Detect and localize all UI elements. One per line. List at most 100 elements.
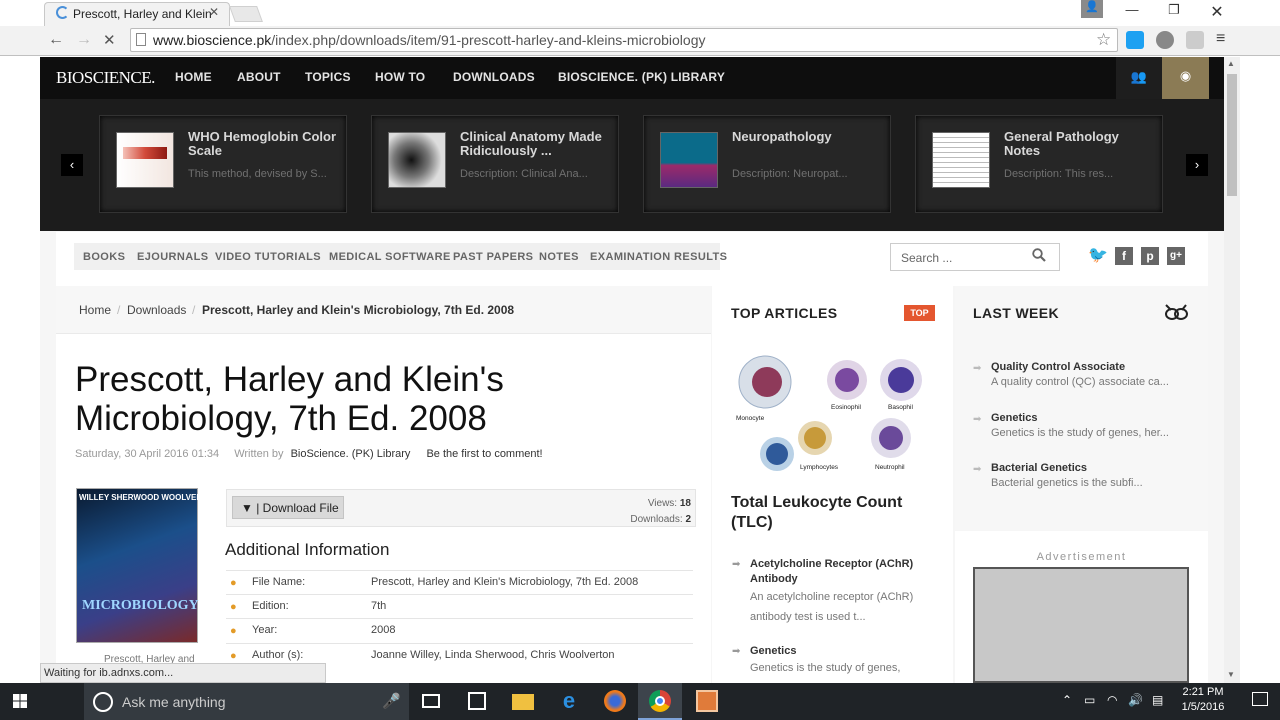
profile-icon[interactable]: 👤	[1081, 0, 1103, 18]
tab-title: Prescott, Harley and Klein	[73, 7, 212, 21]
leukocytes-image[interactable]: Monocyte Eosinophil Basophil Lymphocytes…	[731, 346, 927, 476]
volume-icon[interactable]: 🔊	[1128, 693, 1143, 707]
subnav-examination-results[interactable]: EXAMINATION RESULTS	[590, 251, 727, 263]
featured-article-title[interactable]: Total Leukocyte Count (TLC)	[731, 493, 931, 533]
shield-extension-icon[interactable]	[1186, 31, 1204, 49]
globe-extension-icon[interactable]	[1156, 31, 1174, 49]
maximize-button[interactable]: ❐	[1158, 2, 1190, 22]
windows-start-icon[interactable]	[0, 683, 40, 720]
advertisement-slot[interactable]	[973, 567, 1189, 683]
last-week-item[interactable]: ➡ Bacterial Genetics Bacterial genetics …	[973, 462, 1191, 489]
views-label: Views:	[647, 498, 678, 509]
info-value: Prescott, Harley and Klein's Microbiolog…	[371, 576, 639, 588]
arrow-right-icon: ➡	[973, 464, 982, 475]
app-icon[interactable]	[694, 689, 720, 713]
last-week-item-title[interactable]: Bacterial Genetics	[991, 462, 1191, 474]
subnav-past-papers[interactable]: PAST PAPERS	[453, 251, 533, 263]
microphone-icon[interactable]: 🎤	[382, 692, 401, 710]
last-week-item[interactable]: ➡ Quality Control Associate A quality co…	[973, 361, 1191, 388]
article-item-title[interactable]: Genetics	[750, 644, 932, 659]
nav-how-to[interactable]: HOW TO	[375, 70, 425, 84]
firefox-icon[interactable]	[602, 689, 628, 713]
carousel-prev-icon[interactable]: ‹	[61, 154, 83, 176]
scroll-down-icon[interactable]: ▼	[1227, 670, 1235, 679]
last-week-item[interactable]: ➡ Genetics Genetics is the study of gene…	[973, 412, 1191, 439]
chrome-icon[interactable]	[647, 689, 673, 713]
twitter-extension-icon[interactable]	[1126, 31, 1144, 49]
info-row: ● File Name: Prescott, Harley and Klein's …	[226, 570, 693, 594]
scrollbar-thumb[interactable]	[1227, 74, 1237, 196]
breadcrumb-downloads[interactable]: Downloads	[127, 303, 186, 317]
action-center-icon[interactable]	[1252, 692, 1268, 706]
file-explorer-icon[interactable]	[510, 689, 536, 713]
article-item-title[interactable]: Acetylcholine Receptor (AChR) Antibody	[750, 557, 932, 587]
minimize-button[interactable]: —	[1116, 2, 1148, 22]
last-week-item-title[interactable]: Genetics	[991, 412, 1191, 424]
download-stats: Views: 18 Downloads: 2	[600, 496, 691, 528]
card-title: Neuropathology	[732, 129, 832, 144]
nav-home[interactable]: HOME	[175, 70, 212, 84]
subnav-books[interactable]: BOOKS	[83, 251, 125, 263]
card-title: Clinical Anatomy Made Ridiculously ...	[460, 129, 602, 158]
back-icon[interactable]: ←	[48, 31, 64, 49]
user-login-icon[interactable]: 👥	[1116, 57, 1162, 99]
book-cover-image[interactable]	[76, 488, 198, 643]
carousel-card[interactable]: WHO Hemoglobin Color Scale This method, …	[99, 115, 347, 213]
card-thumbnail	[932, 132, 990, 188]
address-bar[interactable]: www.bioscience.pk/index.php/downloads/it…	[130, 28, 1118, 52]
article-item[interactable]: ➡ Genetics Genetics is the study of gene…	[732, 644, 932, 677]
scroll-up-icon[interactable]: ▲	[1227, 59, 1235, 68]
card-description: This method, devised by S...	[188, 168, 327, 180]
article-item[interactable]: ➡ Acetylcholine Receptor (AChR) Antibody…	[732, 557, 932, 627]
nav-about[interactable]: ABOUT	[237, 70, 281, 84]
wifi-icon[interactable]: ◠	[1107, 693, 1117, 707]
info-row: ● Edition: 7th	[226, 594, 693, 618]
carousel-next-icon[interactable]: ›	[1186, 154, 1208, 176]
arrow-right-icon: ➡	[973, 363, 982, 374]
subnav-ejournals[interactable]: EJOURNALS	[137, 251, 208, 263]
nav-library[interactable]: BIOSCIENCE. (PK) LIBRARY	[558, 70, 725, 84]
bullet-icon: ●	[230, 577, 237, 589]
subnav-video-tutorials[interactable]: VIDEO TUTORIALS	[215, 251, 321, 263]
new-tab-button[interactable]	[229, 6, 263, 22]
close-window-button[interactable]: ✕	[1201, 2, 1233, 22]
keyboard-icon[interactable]: ▤	[1152, 693, 1163, 707]
facebook-icon[interactable]: f	[1115, 247, 1133, 265]
cell-label: Eosinophil	[831, 404, 862, 411]
carousel-card[interactable]: General Pathology Notes Description: Thi…	[915, 115, 1163, 213]
carousel-card[interactable]: Clinical Anatomy Made Ridiculously ... D…	[371, 115, 619, 213]
article-author[interactable]: BioScience. (PK) Library	[291, 448, 411, 460]
google-plus-icon[interactable]: g+	[1167, 247, 1185, 265]
subnav-notes[interactable]: NOTES	[539, 251, 579, 263]
comment-link[interactable]: Be the first to comment!	[426, 448, 542, 460]
store-icon[interactable]	[464, 689, 490, 713]
bookmark-star-icon[interactable]: ☆	[1096, 30, 1111, 50]
rss-feed-icon[interactable]: ◉	[1162, 57, 1209, 99]
cortana-icon	[93, 692, 113, 712]
breadcrumb-home[interactable]: Home	[79, 303, 111, 317]
task-view-icon[interactable]	[418, 689, 444, 713]
tab-close-icon[interactable]: ✕	[209, 5, 219, 19]
search-icon[interactable]	[1032, 248, 1046, 262]
cell-label: Basophil	[888, 404, 913, 411]
pinterest-icon[interactable]: p	[1141, 247, 1159, 265]
download-button[interactable]: ▼ | Download File	[232, 496, 344, 519]
site-logo[interactable]: BIOSCIENCE.	[56, 68, 155, 88]
battery-icon[interactable]: ▭	[1084, 693, 1095, 707]
nav-downloads[interactable]: DOWNLOADS	[453, 70, 535, 84]
twitter-icon[interactable]: 🐦	[1088, 247, 1108, 265]
taskbar-clock[interactable]: 2:21 PM 1/5/2016	[1176, 685, 1230, 715]
card-title: General Pathology Notes	[1004, 129, 1119, 158]
chrome-menu-icon[interactable]: ≡	[1216, 30, 1225, 48]
browser-status-bubble: Waiting for ib.adnxs.com...	[40, 663, 326, 683]
tray-chevron-icon[interactable]: ⌃	[1062, 693, 1072, 707]
subnav-medical-software[interactable]: MEDICAL SOFTWARE	[329, 251, 451, 263]
browser-tab[interactable]: Prescott, Harley and Klein	[44, 2, 230, 26]
edge-icon[interactable]: e	[556, 689, 582, 713]
carousel-card[interactable]: Neuropathology Description: Neuropat...	[643, 115, 891, 213]
forward-icon[interactable]: →	[76, 31, 92, 49]
stop-loading-icon[interactable]: ✕	[103, 31, 116, 49]
last-week-item-title[interactable]: Quality Control Associate	[991, 361, 1191, 373]
nav-topics[interactable]: TOPICS	[305, 70, 351, 84]
last-week-item-desc: Genetics is the study of genes, her...	[991, 427, 1169, 439]
